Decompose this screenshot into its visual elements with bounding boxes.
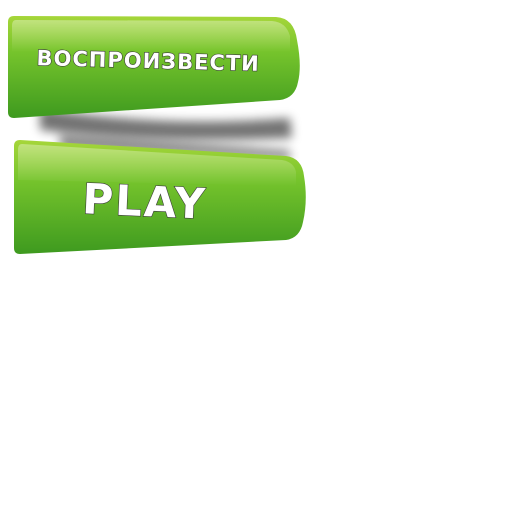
canvas: ВОСПРОИЗВЕСТИ PLAY (0, 0, 512, 512)
play-button[interactable]: PLAY (14, 140, 306, 254)
button-bottom-label[interactable]: PLAY (81, 174, 209, 230)
buttons-illustration: ВОСПРОИЗВЕСТИ PLAY (8, 16, 306, 254)
vosproizvesti-button[interactable]: ВОСПРОИЗВЕСТИ (8, 16, 300, 118)
